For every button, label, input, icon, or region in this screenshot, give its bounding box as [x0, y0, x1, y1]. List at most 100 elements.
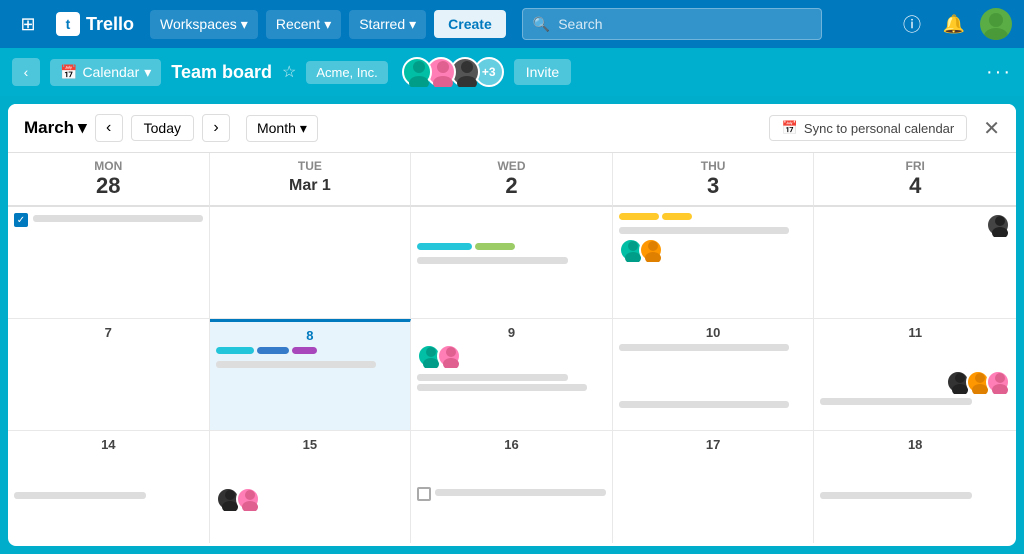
create-button[interactable]: Create	[434, 10, 506, 38]
search-placeholder: Search	[558, 16, 602, 32]
cell-wed-16[interactable]: 16	[411, 431, 613, 543]
logo-text: Trello	[86, 14, 134, 35]
mini-avatars	[619, 238, 808, 262]
mini-avatars	[417, 344, 606, 368]
view-selector-button[interactable]: 📅 Calendar ▾	[50, 59, 161, 86]
checkbox-icon: ✓	[14, 213, 28, 227]
mini-avatars	[820, 370, 1010, 394]
cell-mon-28[interactable]: ✓	[8, 207, 210, 319]
purple-bar	[292, 347, 317, 354]
calendar-icon: 📅	[60, 64, 77, 81]
info-button[interactable]: ⓘ	[896, 8, 928, 40]
card-line	[435, 489, 606, 496]
cell-date-18: 18	[820, 437, 1010, 452]
workspaces-button[interactable]: Workspaces ▾	[150, 10, 258, 39]
create-label: Create	[448, 16, 492, 32]
next-month-button[interactable]: ›	[202, 114, 230, 142]
trello-logo: t Trello	[56, 12, 134, 36]
cell-fri-18[interactable]: 18	[814, 431, 1016, 543]
day-header-mon: Mon 28	[8, 153, 210, 207]
card-line	[33, 215, 203, 222]
collapse-sidebar-button[interactable]: ‹	[12, 58, 40, 86]
chevron-down-icon: ▾	[78, 118, 87, 138]
grid-menu-button[interactable]: ⊞	[12, 8, 44, 40]
member-avatar-1[interactable]	[402, 57, 432, 87]
mini-avatar-3	[986, 370, 1010, 394]
recent-label: Recent	[276, 16, 320, 32]
card-line	[820, 398, 972, 405]
cell-tue-15[interactable]: 15	[210, 431, 412, 543]
user-avatar[interactable]	[980, 8, 1012, 40]
blue-bar	[257, 347, 289, 354]
chevron-down-icon: ▾	[300, 120, 307, 137]
cell-fri-11[interactable]: 11	[814, 319, 1016, 431]
mini-avatar-2	[236, 487, 260, 511]
cell-date-14: 14	[14, 437, 203, 452]
month-label: March	[24, 118, 74, 138]
cell-date-17: 17	[619, 437, 808, 452]
close-calendar-button[interactable]: ✕	[983, 116, 1000, 141]
cell-fri-4[interactable]	[814, 207, 1016, 319]
card-line	[820, 492, 972, 499]
card-line	[619, 227, 789, 234]
card-line-2	[619, 401, 789, 408]
board-header: ‹ 📅 Calendar ▾ Team board ☆ Acme, Inc. +…	[0, 48, 1024, 96]
notifications-button[interactable]: 🔔	[938, 8, 970, 40]
card-line	[619, 344, 789, 351]
cyan-bar	[216, 347, 254, 354]
cell-date-16: 16	[417, 437, 606, 452]
chevron-down-icon: ▾	[324, 16, 331, 33]
recent-button[interactable]: Recent ▾	[266, 10, 341, 39]
sync-label: Sync to personal calendar	[804, 121, 954, 136]
cell-tue-8[interactable]: 8	[210, 319, 412, 431]
month-selector[interactable]: March ▾	[24, 118, 87, 138]
workspaces-label: Workspaces	[160, 16, 237, 32]
card-line	[417, 374, 568, 381]
cell-date-9: 9	[417, 325, 606, 340]
cell-date-11: 11	[820, 325, 1010, 340]
workspace-tag[interactable]: Acme, Inc.	[306, 61, 387, 84]
chevron-down-icon: ▾	[409, 16, 416, 33]
card-line	[14, 492, 146, 499]
starred-label: Starred	[359, 16, 405, 32]
cell-date-10: 10	[619, 325, 808, 340]
day-header-wed: Wed 2	[411, 153, 613, 207]
member-avatars: +3	[402, 57, 504, 87]
nav-right: ⓘ 🔔	[896, 8, 1012, 40]
navbar: ⊞ t Trello Workspaces ▾ Recent ▾ Starred…	[0, 0, 1024, 48]
cell-mon-7[interactable]: 7	[8, 319, 210, 431]
board-title: Team board	[171, 62, 272, 83]
cell-thu-10[interactable]: 10	[613, 319, 815, 431]
more-options-button[interactable]: ···	[986, 61, 1012, 84]
star-icon[interactable]: ☆	[282, 62, 296, 82]
yellow-bar2	[662, 213, 692, 220]
month-view-button[interactable]: Month ▾	[246, 115, 318, 142]
prev-month-button[interactable]: ‹	[95, 114, 123, 142]
invite-button[interactable]: Invite	[514, 59, 571, 85]
cell-wed-2[interactable]	[411, 207, 613, 319]
search-icon: 🔍	[533, 16, 550, 33]
color-bars	[619, 213, 808, 223]
day-header-fri: Fri 4	[814, 153, 1016, 207]
cell-date-15: 15	[216, 437, 405, 452]
day-header-thu: Thu 3	[613, 153, 815, 207]
sync-calendar-button[interactable]: 📅 Sync to personal calendar	[769, 115, 968, 141]
cell-date-7: 7	[14, 325, 203, 340]
view-label: Calendar	[82, 64, 139, 80]
checkbox-empty	[417, 487, 431, 501]
cell-mon-14[interactable]: 14	[8, 431, 210, 543]
starred-button[interactable]: Starred ▾	[349, 10, 426, 39]
logo-box: t	[56, 12, 80, 36]
yellow-bar	[619, 213, 659, 220]
search-box[interactable]: 🔍 Search	[522, 8, 822, 40]
day-header-tue: Tue Mar 1	[210, 153, 412, 207]
cell-wed-9[interactable]: 9	[411, 319, 613, 431]
cell-thu-3[interactable]	[613, 207, 815, 319]
cell-thu-17[interactable]: 17	[613, 431, 815, 543]
green-bar	[475, 243, 515, 250]
mini-avatar-2	[639, 238, 663, 262]
today-button[interactable]: Today	[131, 115, 194, 141]
cell-tue-mar1[interactable]	[210, 207, 412, 319]
color-bars	[417, 243, 606, 253]
card-line	[417, 257, 568, 264]
